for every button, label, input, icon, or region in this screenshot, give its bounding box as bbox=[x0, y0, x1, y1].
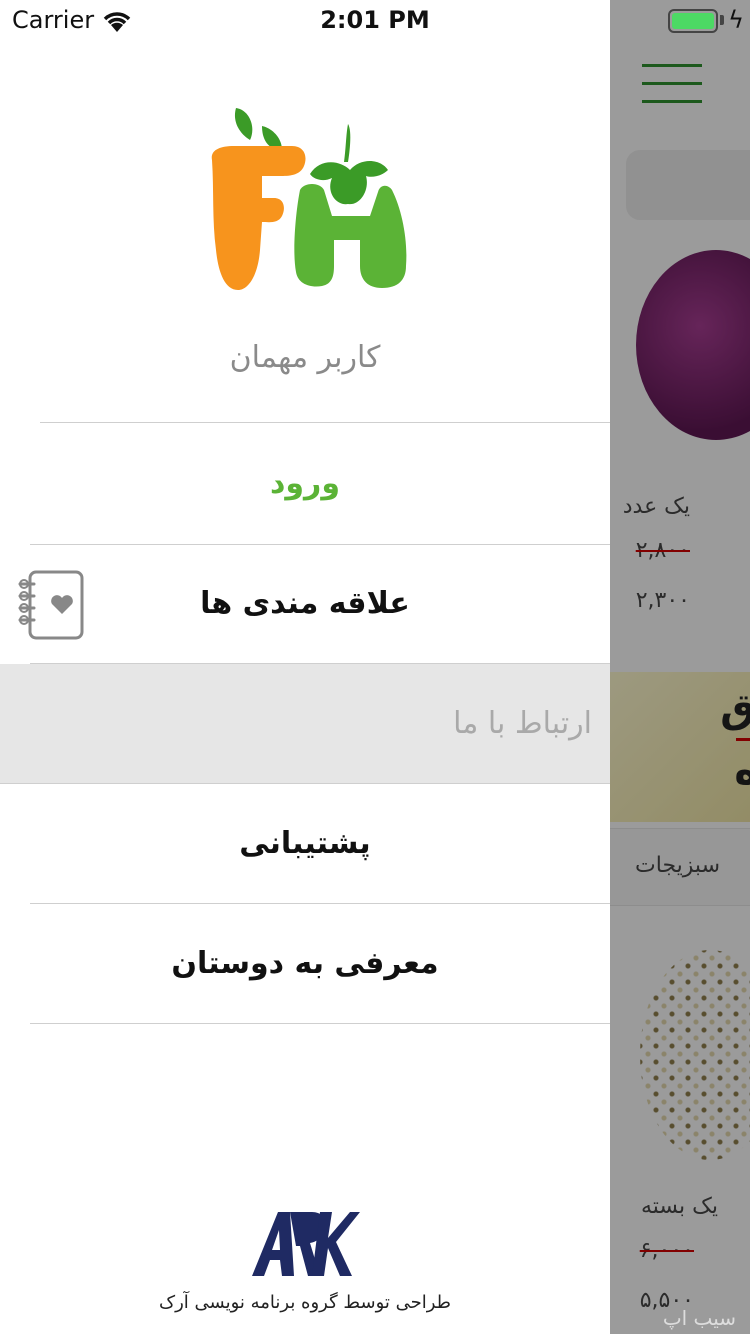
fm-logo bbox=[211, 108, 407, 290]
menu-item-contact[interactable]: ارتباط با ما bbox=[0, 664, 610, 784]
status-bar: Carrier 2:01 PM ϟ bbox=[0, 0, 750, 42]
battery-icon bbox=[668, 9, 718, 33]
watermark: سیب اپ bbox=[662, 1306, 736, 1330]
divider bbox=[40, 422, 610, 423]
ark-logo bbox=[252, 1212, 360, 1276]
menu-item-label: معرفی به دوستان bbox=[171, 946, 439, 981]
battery-cap bbox=[720, 15, 724, 25]
menu-item-favorites[interactable]: علاقه مندی ها bbox=[0, 544, 610, 664]
menu-item-support[interactable]: پشتیبانی bbox=[0, 784, 610, 904]
guest-user-label: کاربر مهمان bbox=[229, 340, 381, 375]
menu-item-label: پشتیبانی bbox=[239, 826, 371, 861]
menu-item-label: ورود bbox=[270, 466, 340, 501]
divider bbox=[30, 1023, 610, 1024]
side-drawer: کاربر مهمان ورود علاقه مندی ها ارتباط با… bbox=[0, 0, 610, 1334]
menu-item-label: علاقه مندی ها bbox=[200, 586, 410, 621]
dim-overlay[interactable] bbox=[610, 0, 750, 1334]
footer-credit: طراحی توسط گروه برنامه نویسی آرک bbox=[158, 1292, 451, 1313]
clock: 2:01 PM bbox=[320, 6, 430, 34]
charging-icon: ϟ bbox=[728, 6, 744, 34]
background-screen[interactable]: یک عدد ۲,۸۰۰ ۲,۳۰۰ قه سبزیجات یک بسته ۶,… bbox=[610, 0, 750, 1334]
menu-item-login[interactable]: ورود bbox=[0, 424, 610, 544]
menu-item-invite-friends[interactable]: معرفی به دوستان bbox=[0, 904, 610, 1024]
menu-item-label: ارتباط با ما bbox=[453, 706, 592, 741]
